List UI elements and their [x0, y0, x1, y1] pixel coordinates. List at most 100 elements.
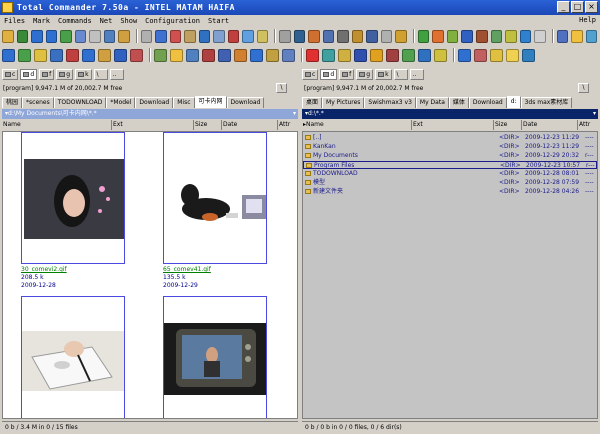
toolbar-button-8-icon[interactable]: [103, 29, 116, 43]
left-tab-8[interactable]: Download: [226, 97, 265, 108]
toolbar2-button-31-icon[interactable]: [506, 48, 519, 62]
toolbar2-button-21-icon[interactable]: [338, 48, 351, 62]
toolbar2-button-1-icon[interactable]: [2, 48, 15, 62]
menu-show[interactable]: Show: [120, 17, 137, 25]
left-root-button[interactable]: \: [276, 83, 287, 93]
toolbar-button-24-icon[interactable]: [351, 29, 364, 43]
toolbar2-button-14-icon[interactable]: [218, 48, 231, 62]
toolbar2-button-18-icon[interactable]: [282, 48, 295, 62]
right-col-size[interactable]: Size: [494, 120, 522, 130]
toolbar2-button-27-icon[interactable]: [434, 48, 447, 62]
toolbar2-button-6-icon[interactable]: [82, 48, 95, 62]
toolbar-button-3-icon[interactable]: [31, 29, 43, 43]
right-col-ext[interactable]: Ext: [412, 120, 494, 130]
toolbar-button-23-icon[interactable]: [337, 29, 349, 43]
toolbar2-button-3-icon[interactable]: [34, 48, 47, 62]
right-history-dropdown[interactable]: ▾: [593, 109, 596, 119]
menu-commands[interactable]: Commands: [58, 17, 92, 25]
toolbar-button-36-icon[interactable]: [534, 29, 546, 43]
right-tab-2[interactable]: My Pictures: [322, 97, 365, 108]
toolbar-button-25-icon[interactable]: [366, 29, 378, 43]
toolbar2-button-12-icon[interactable]: [186, 48, 199, 62]
right-tab-8[interactable]: 3ds max素材库: [520, 97, 573, 108]
left-tab-1[interactable]: 桃园: [2, 97, 23, 108]
left-tab-2[interactable]: *scenes: [22, 97, 54, 108]
toolbar-button-11-icon[interactable]: [155, 29, 167, 43]
thumbnail-2[interactable]: [163, 132, 267, 264]
thumbnail-4[interactable]: [163, 296, 267, 418]
toolbar2-button-28-icon[interactable]: [458, 48, 471, 62]
left-col-date[interactable]: Date: [222, 120, 278, 130]
toolbar-button-22-icon[interactable]: [322, 29, 335, 43]
left-tab-6[interactable]: Misc: [173, 97, 195, 108]
left-history-dropdown[interactable]: ▾: [293, 109, 296, 119]
right-col-date[interactable]: Date: [522, 120, 578, 130]
toolbar-button-10-icon[interactable]: [140, 29, 153, 43]
thumbnail-1[interactable]: [21, 132, 125, 264]
toolbar2-button-16-icon[interactable]: [250, 48, 263, 62]
left-drive-0-button[interactable]: c: [2, 68, 19, 80]
right-root-button[interactable]: \: [578, 83, 589, 93]
left-drive-6-button[interactable]: ..: [109, 68, 124, 80]
left-drive-3-button[interactable]: g: [56, 68, 74, 80]
toolbar2-button-8-icon[interactable]: [114, 48, 127, 62]
toolbar2-button-26-icon[interactable]: [418, 48, 431, 62]
toolbar2-button-30-icon[interactable]: [490, 48, 503, 62]
left-tab-4[interactable]: *Model: [106, 97, 136, 108]
left-file-panel[interactable]: 30_comevi2.gif 208.5 k 2009-12-28 65_com…: [2, 131, 298, 419]
file-row[interactable]: [..] <DIR> 2009-12-23 11:29 ----: [303, 134, 597, 142]
right-tab-7[interactable]: d:: [506, 96, 521, 108]
maximize-button[interactable]: □: [571, 1, 584, 13]
right-drive-2-button[interactable]: f: [339, 68, 355, 80]
left-path-bar[interactable]: ▾d:\My Documents\可卡内网\*.* ▾: [2, 109, 298, 119]
left-col-ext[interactable]: Ext: [112, 120, 194, 130]
toolbar2-button-5-icon[interactable]: [66, 48, 79, 62]
toolbar-button-5-icon[interactable]: [60, 29, 72, 43]
right-drive-3-button[interactable]: g: [356, 68, 374, 80]
toolbar-button-13-icon[interactable]: [184, 29, 196, 43]
right-tab-6[interactable]: Download: [468, 97, 507, 108]
menu-files[interactable]: Files: [4, 17, 25, 25]
toolbar2-button-2-icon[interactable]: [18, 48, 31, 62]
toolbar-button-34-icon[interactable]: [505, 29, 517, 43]
toolbar2-button-7-icon[interactable]: [98, 48, 111, 62]
right-path-bar[interactable]: ▾d:\*.* ▾: [302, 109, 598, 119]
toolbar2-button-13-icon[interactable]: [202, 48, 215, 62]
left-drive-2-button[interactable]: f: [39, 68, 55, 80]
right-drive-1-button[interactable]: d: [320, 68, 338, 80]
toolbar-button-38-icon[interactable]: [571, 29, 583, 43]
right-col-name[interactable]: ▸Name: [302, 120, 412, 130]
close-button[interactable]: ×: [585, 1, 598, 13]
minimize-button[interactable]: _: [557, 1, 570, 13]
left-col-attr[interactable]: Attr: [278, 120, 298, 130]
toolbar-button-28-icon[interactable]: [417, 29, 430, 43]
right-tab-3[interactable]: Swishmax3 v3: [364, 97, 416, 108]
toolbar-button-21-icon[interactable]: [308, 29, 320, 43]
left-drive-1-button[interactable]: d: [20, 68, 38, 80]
toolbar-button-27-icon[interactable]: [395, 29, 407, 43]
toolbar-button-4-icon[interactable]: [45, 29, 58, 43]
toolbar-button-37-icon[interactable]: [556, 29, 569, 43]
menu-start[interactable]: Start: [208, 17, 229, 25]
toolbar2-button-15-icon[interactable]: [234, 48, 247, 62]
toolbar-button-16-icon[interactable]: [227, 29, 240, 43]
right-tab-5[interactable]: 媒体: [448, 97, 469, 108]
left-col-name[interactable]: Name: [2, 120, 112, 130]
left-col-size[interactable]: Size: [194, 120, 222, 130]
toolbar-button-12-icon[interactable]: [169, 29, 182, 43]
right-tab-4[interactable]: My Data: [415, 97, 449, 108]
left-drive-4-button[interactable]: k: [75, 68, 92, 80]
menu-mark[interactable]: Mark: [33, 17, 50, 25]
right-drive-4-button[interactable]: k: [375, 68, 392, 80]
toolbar2-button-20-icon[interactable]: [322, 48, 335, 62]
menu-net[interactable]: Net: [100, 17, 113, 25]
left-drive-5-button[interactable]: \: [93, 68, 108, 80]
menu-help[interactable]: Help: [579, 16, 596, 24]
toolbar2-button-4-icon[interactable]: [50, 48, 63, 62]
toolbar2-button-32-icon[interactable]: [522, 48, 535, 62]
toolbar-button-7-icon[interactable]: [89, 29, 101, 43]
right-tab-1[interactable]: 桌面: [302, 97, 323, 108]
toolbar-button-30-icon[interactable]: [446, 29, 459, 43]
toolbar-button-17-icon[interactable]: [242, 29, 254, 43]
toolbar-button-35-icon[interactable]: [519, 29, 532, 43]
